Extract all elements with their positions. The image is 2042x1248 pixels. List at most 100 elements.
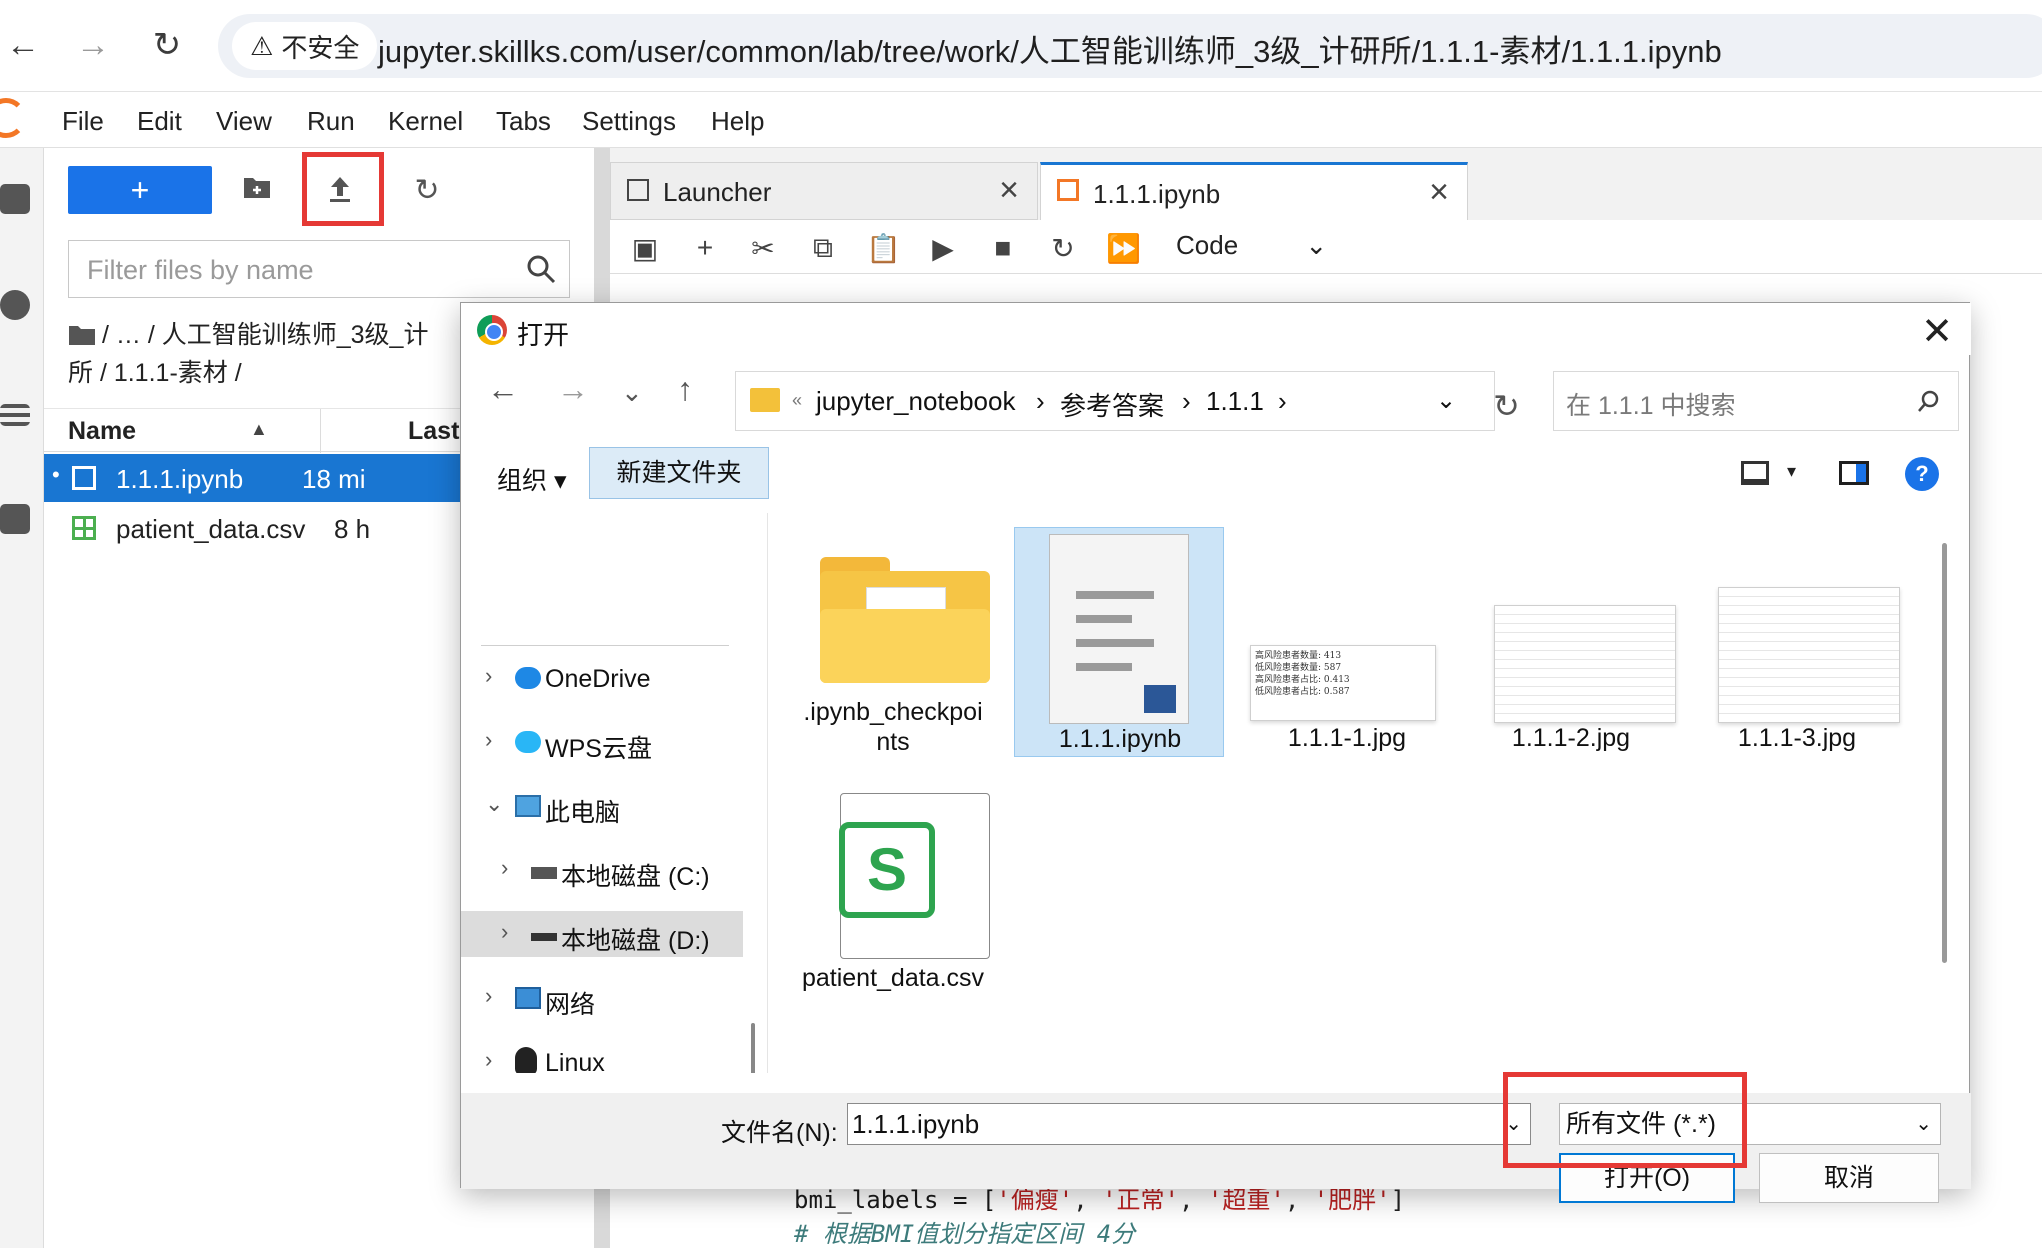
chevron-right-icon[interactable]: › [485, 1047, 492, 1073]
tab-launcher[interactable]: Launcher × [610, 162, 1038, 220]
open-file-dialog: 打开 ✕ ← → ⌄ ↑ « jupyter_notebook › 参考答案 ›… [460, 302, 1971, 1203]
running-icon[interactable] [0, 290, 30, 320]
forward-arrow-icon[interactable]: → [70, 22, 116, 68]
dialog-titlebar[interactable]: 打开 ✕ [461, 303, 1971, 355]
path-history-chevron-icon[interactable]: ⌄ [1436, 386, 1456, 415]
spreadsheet-icon [72, 516, 96, 540]
path-segment[interactable]: 参考答案 [1060, 386, 1164, 423]
copy-icon[interactable]: ⧉ [806, 232, 840, 265]
menu-help[interactable]: Help [711, 106, 764, 137]
close-icon[interactable]: × [999, 171, 1019, 210]
file-tile[interactable]: .ipynb_checkpoi nts [788, 527, 998, 767]
menu-view[interactable]: View [216, 106, 272, 137]
path-chevron-icon[interactable]: › [1036, 386, 1045, 417]
close-icon[interactable]: × [1429, 173, 1449, 212]
organize-button[interactable]: 组织 ▾ [497, 461, 567, 497]
chevron-right-icon[interactable]: › [485, 727, 492, 753]
code-comment[interactable]: # 根据BMI值划分指定区间 4分 [794, 1214, 1135, 1248]
restart-icon[interactable]: ↻ [1046, 232, 1080, 265]
forward-arrow-icon[interactable]: → [557, 371, 589, 408]
menu-settings[interactable]: Settings [582, 106, 676, 137]
path-chevron-icon[interactable]: › [1278, 386, 1287, 417]
security-chip[interactable]: ⚠ 不安全 [232, 22, 378, 70]
chevron-right-icon[interactable]: › [501, 919, 508, 945]
commands-icon[interactable] [0, 404, 30, 426]
address-bar[interactable]: ⚠ 不安全 jupyter.skillks.com/user/common/la… [218, 14, 2042, 78]
stop-icon[interactable]: ■ [986, 232, 1020, 264]
file-tile-selected[interactable]: 1.1.1.ipynb [1014, 527, 1224, 757]
filename-input[interactable]: 1.1.1.ipynb ⌄ [847, 1103, 1531, 1145]
file-tile[interactable]: 高风险患者数量: 413 低风险患者数量: 587 高风险患者占比: 0.413… [1242, 527, 1452, 757]
folder-icon[interactable] [0, 184, 30, 214]
column-last-modified[interactable]: Last [408, 417, 459, 446]
chevron-down-icon: ⌄ [1305, 230, 1328, 260]
url-text[interactable]: jupyter.skillks.com/user/common/lab/tree… [378, 26, 1722, 71]
new-launcher-button[interactable]: + [68, 166, 212, 214]
file-tile[interactable]: S patient_data.csv [788, 777, 998, 1077]
up-arrow-icon[interactable]: ↑ [677, 371, 693, 408]
chevron-right-icon[interactable]: › [485, 983, 492, 1009]
chevron-down-icon[interactable]: ⌄ [485, 791, 503, 817]
recent-locations-chevron-icon[interactable]: ⌄ [621, 377, 643, 408]
tree-item-network[interactable]: › 网络 [461, 975, 743, 1021]
scrollbar[interactable] [1942, 543, 1947, 963]
cell-type-select[interactable]: Code ⌄ [1176, 230, 1327, 261]
dialog-search-input[interactable]: 在 1.1.1 中搜索 [1553, 371, 1959, 431]
file-tile[interactable]: 1.1.1-3.jpg [1692, 527, 1902, 757]
refresh-icon[interactable]: ↻ [410, 174, 444, 208]
tab-notebook[interactable]: 1.1.1.ipynb × [1040, 162, 1468, 220]
file-tile[interactable]: 1.1.1-2.jpg [1466, 527, 1676, 757]
cut-icon[interactable]: ✂ [746, 232, 780, 265]
chevron-right-icon[interactable]: › [501, 855, 508, 881]
column-divider[interactable] [320, 409, 321, 453]
run-icon[interactable]: ▶ [926, 232, 960, 265]
fast-forward-icon[interactable]: ⏩ [1106, 232, 1141, 265]
chevron-down-icon[interactable]: ⌄ [1915, 1104, 1932, 1144]
back-arrow-icon[interactable]: ← [0, 22, 46, 68]
cancel-button[interactable]: 取消 [1759, 1153, 1939, 1203]
breadcrumb-line1[interactable]: / … / 人工智能训练师_3级_计 [102, 316, 428, 354]
tree-item-this-pc[interactable]: ⌄ 此电脑 [461, 783, 743, 829]
path-segment[interactable]: jupyter_notebook [816, 386, 1015, 417]
open-highlight-box [1503, 1072, 1747, 1168]
menu-kernel[interactable]: Kernel [388, 106, 463, 137]
chevron-down-icon[interactable]: ▾ [1787, 461, 1796, 482]
new-folder-button[interactable]: 新建文件夹 [589, 447, 769, 499]
reload-icon[interactable]: ↻ [144, 22, 190, 68]
menu-run[interactable]: Run [307, 106, 355, 137]
scrollbar[interactable] [751, 1023, 755, 1073]
dialog-path-bar[interactable]: « jupyter_notebook › 参考答案 › 1.1.1 › ⌄ [735, 371, 1495, 431]
menu-edit[interactable]: Edit [137, 106, 182, 137]
filter-input[interactable]: Filter files by name [68, 240, 570, 298]
back-arrow-icon[interactable]: ← [487, 371, 519, 408]
menu-tabs[interactable]: Tabs [496, 106, 551, 137]
help-icon[interactable]: ? [1905, 457, 1939, 491]
view-options-icon[interactable] [1741, 461, 1769, 485]
tree-item-linux[interactable]: › Linux [461, 1039, 743, 1073]
chrome-icon [477, 315, 507, 345]
file-tile-label: 1.1.1-2.jpg [1511, 724, 1631, 752]
refresh-icon[interactable]: ↻ [1493, 387, 1520, 425]
extension-icon[interactable] [0, 504, 30, 534]
preview-pane-icon[interactable] [1839, 461, 1869, 485]
file-tile-label: 1.1.1-3.jpg [1737, 724, 1857, 752]
add-cell-icon[interactable]: + [688, 232, 722, 264]
new-folder-icon[interactable] [240, 174, 274, 208]
tree-item-drive-d[interactable]: › 本地磁盘 (D:) [461, 911, 743, 957]
code-string: '肥胖' [1313, 1186, 1391, 1214]
close-icon[interactable]: ✕ [1921, 309, 1953, 354]
image-thumbnail [1718, 587, 1900, 723]
menu-file[interactable]: File [62, 106, 104, 137]
chevron-right-icon[interactable]: › [485, 663, 492, 689]
folder-icon [820, 557, 990, 683]
tree-item-onedrive[interactable]: › OneDrive [461, 655, 743, 701]
save-icon[interactable]: ▣ [628, 232, 662, 265]
path-prefix[interactable]: « [792, 390, 802, 411]
tree-item-drive-c[interactable]: › 本地磁盘 (C:) [461, 847, 743, 893]
tree-item-wps[interactable]: › WPS云盘 [461, 719, 743, 765]
paste-icon[interactable]: 📋 [866, 232, 901, 265]
path-segment[interactable]: 1.1.1 [1206, 386, 1264, 417]
column-name[interactable]: Name [68, 417, 136, 446]
folder-icon[interactable] [68, 324, 96, 346]
path-chevron-icon[interactable]: › [1182, 386, 1191, 417]
